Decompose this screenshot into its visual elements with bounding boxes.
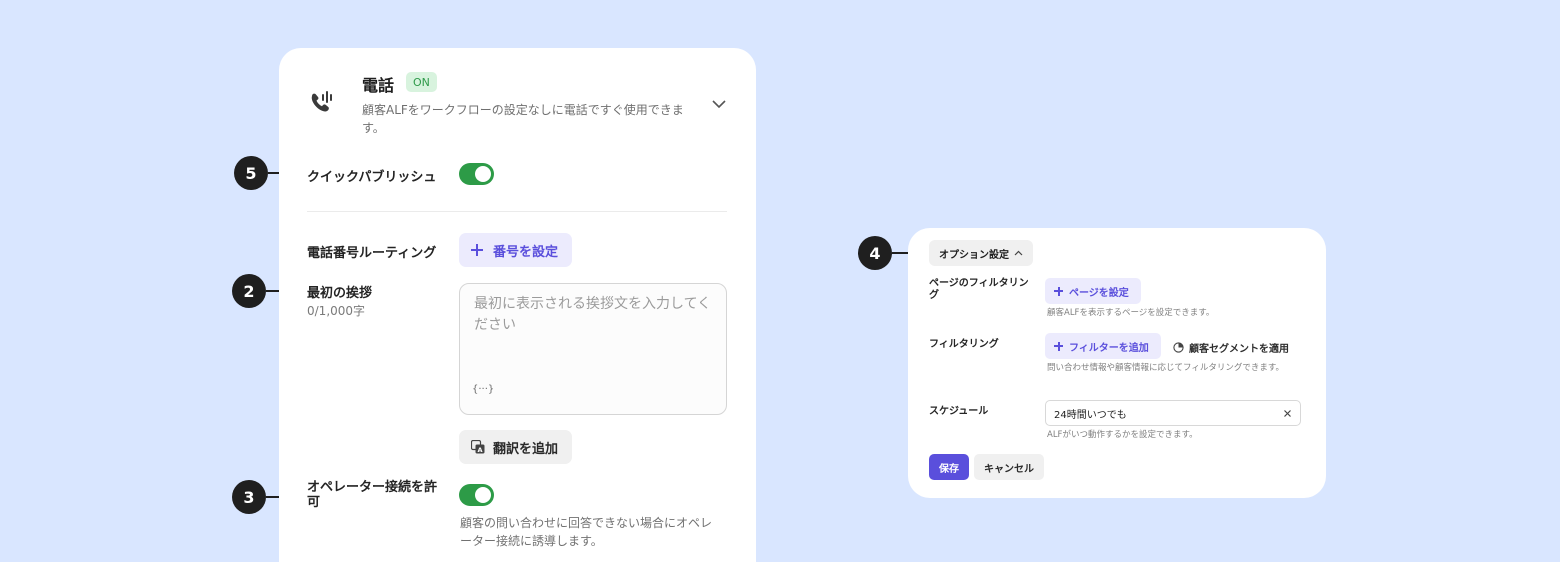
plus-icon: [471, 244, 483, 256]
close-icon[interactable]: [1283, 409, 1292, 418]
channel-title: 電話: [362, 76, 395, 95]
channel-description: 顧客ALFをワークフローの設定なしに電話ですぐ使用できます。: [362, 103, 684, 135]
phone-call-icon: [311, 91, 332, 112]
page-filter-help: 顧客ALFを表示するページを設定できます。: [1047, 308, 1215, 318]
pie-chart-icon: [1173, 342, 1184, 353]
callout-marker-3: 3: [232, 480, 266, 514]
schedule-select[interactable]: 24時間いつでも: [1045, 400, 1301, 426]
options-label: オプション設定: [939, 249, 1009, 261]
filtering-label: フィルタリング: [929, 339, 999, 350]
page-filter-label: ページのフィルタリング: [929, 278, 1029, 301]
quick-publish-label: クイックパブリッシュ: [307, 170, 437, 185]
routing-label: 電話番号ルーティング: [307, 246, 437, 261]
save-button[interactable]: 保存: [929, 454, 969, 480]
operator-help: 顧客の問い合わせに回答できない場合にオペレーター接続に誘導します。: [460, 516, 713, 548]
set-page-button[interactable]: ページを設定: [1045, 278, 1141, 304]
operator-label: オペレーター接続を許可: [307, 480, 438, 510]
callout-marker-2: 2: [232, 274, 266, 308]
callout-marker-5: 5: [234, 156, 268, 190]
toggle-knob: [475, 166, 491, 182]
svg-text:A: A: [478, 446, 483, 454]
variable-insert-icon[interactable]: {···}: [472, 379, 494, 400]
schedule-value: 24時間いつでも: [1054, 409, 1127, 421]
translate-icon: A: [471, 440, 485, 454]
plus-icon: [1054, 341, 1063, 351]
set-page-label: ページを設定: [1069, 287, 1129, 299]
status-badge: ON: [406, 72, 437, 92]
plus-icon: [1054, 286, 1063, 296]
greeting-count: 0/1,000字: [307, 304, 366, 318]
greeting-placeholder: 最初に表示される挨拶文を入力してください: [474, 296, 712, 333]
add-translation-label: 翻訳を追加: [493, 441, 559, 457]
add-filter-label: フィルターを追加: [1069, 342, 1149, 354]
options-card: オプション設定 ページのフィルタリング ページを設定 顧客ALFを表示するページ…: [908, 228, 1326, 498]
divider: [307, 211, 727, 212]
filtering-help: 問い合わせ情報や顧客情報に応じてフィルタリングできます。: [1047, 363, 1284, 373]
schedule-label: スケジュール: [929, 406, 989, 417]
set-number-label: 番号を設定: [493, 244, 559, 260]
add-filter-button[interactable]: フィルターを追加: [1045, 333, 1161, 359]
apply-segment-button[interactable]: 顧客セグメントを適用: [1173, 340, 1289, 355]
add-translation-button[interactable]: A 翻訳を追加: [459, 430, 572, 464]
callout-marker-4: 4: [858, 236, 892, 270]
chevron-up-icon: [1014, 250, 1023, 256]
toggle-knob: [475, 487, 491, 503]
operator-toggle[interactable]: [459, 484, 494, 506]
greeting-label: 最初の挨拶: [307, 286, 373, 301]
options-toggle-button[interactable]: オプション設定: [929, 240, 1033, 266]
schedule-help: ALFがいつ動作するかを設定できます。: [1047, 430, 1198, 440]
quick-publish-toggle[interactable]: [459, 163, 494, 185]
phone-channel-card: 電話 ON 顧客ALFをワークフローの設定なしに電話ですぐ使用できます。 クイッ…: [279, 48, 756, 562]
chevron-down-icon[interactable]: [711, 98, 727, 110]
set-number-button[interactable]: 番号を設定: [459, 233, 572, 267]
greeting-textarea[interactable]: 最初に表示される挨拶文を入力してください {···}: [459, 283, 727, 415]
cancel-button[interactable]: キャンセル: [974, 454, 1044, 480]
apply-segment-label: 顧客セグメントを適用: [1189, 344, 1289, 355]
